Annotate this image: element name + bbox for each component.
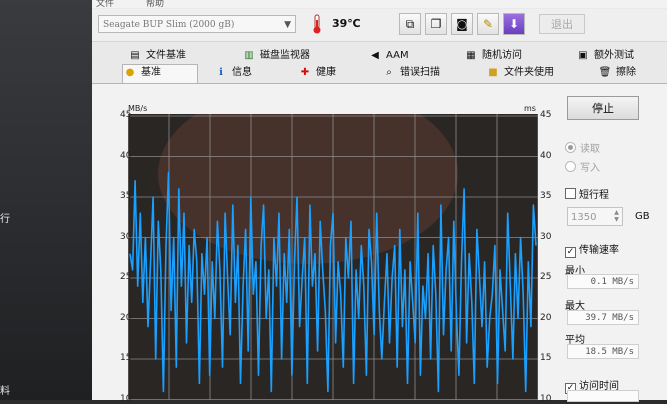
avg-value: 18.5 MB/s	[567, 344, 639, 359]
health-cross-icon: ✚	[300, 67, 310, 78]
stop-button[interactable]: 停止	[567, 96, 639, 120]
tab-folder-usage-label: 文件夹使用	[504, 67, 554, 78]
lightbulb-icon: ●	[125, 67, 135, 78]
radio-write-dot	[565, 161, 576, 172]
file-benchmark-icon: ▤	[130, 50, 140, 61]
right-axis-tick-label: 40	[540, 150, 552, 161]
tab-random-access-label: 随机访问	[482, 50, 522, 61]
menu-bar: 文件 帮助	[92, 0, 667, 8]
left-axis-tick-label: 35	[120, 191, 132, 201]
tab-erase[interactable]: 🗑 擦除	[598, 65, 636, 81]
tab-info-label: 信息	[232, 67, 252, 78]
left-axis-tick-label: 20	[120, 312, 132, 323]
tab-row-lower: ● 基准 ℹ 信息 ✚ 健康 ⌕ 错误扫描 ■ 文件夹使用 🗑 擦除	[92, 64, 667, 84]
tab-error-scan-label: 错误扫描	[400, 67, 440, 78]
options-button[interactable]: ✎	[477, 13, 499, 35]
tab-aam[interactable]: ◀ AAM	[368, 48, 409, 64]
short-stroke-checkbox[interactable]: 短行程	[565, 186, 609, 201]
spinner-arrows-icon: ▲ ▼	[614, 209, 619, 223]
toolbar: Seagate BUP Slim (2000 gB) ▼ 39℃ ⧉ ❐ ◙ ✎…	[92, 9, 667, 42]
short-stroke-spinner[interactable]: 1350 ▲ ▼	[567, 207, 623, 226]
max-value: 39.7 MB/s	[567, 310, 639, 325]
tab-benchmark[interactable]: ● 基准	[122, 64, 198, 83]
copy-info-button[interactable]: ⧉	[399, 13, 421, 35]
extra-tests-icon: ▣	[578, 50, 588, 61]
radio-read-dot	[565, 142, 576, 153]
tab-health[interactable]: ✚ 健康	[298, 65, 336, 81]
exit-button[interactable]: 退出	[539, 14, 585, 34]
wrench-icon: ✎	[482, 17, 494, 31]
save-button[interactable]: ⬇	[503, 13, 525, 35]
right-axis-tick-label: 20	[540, 312, 552, 323]
menu-help[interactable]: 帮助	[146, 0, 164, 8]
right-axis-tick-label: 15	[540, 353, 552, 363]
right-axis-tick-label: 30	[540, 231, 552, 242]
left-axis-tick-label: 25	[120, 272, 132, 282]
tab-benchmark-label: 基准	[141, 67, 161, 78]
transfer-rate-label: 传输速率	[579, 245, 619, 256]
transfer-rate-checkbox[interactable]: ✓ 传输速率	[565, 241, 619, 258]
tab-random-access[interactable]: ▦ 随机访问	[464, 48, 522, 64]
tab-disk-monitor[interactable]: ▥ 磁盘监视器	[242, 48, 310, 64]
right-axis-tick-label: 25	[540, 272, 552, 282]
left-axis-tick-label: 30	[120, 231, 132, 242]
desktop-label-2: 料	[0, 386, 10, 397]
menu-file[interactable]: 文件	[96, 0, 114, 8]
trash-icon: 🗑	[598, 67, 612, 78]
transfer-rate-box: ✓	[565, 247, 576, 258]
min-value: 0.1 MB/s	[567, 274, 639, 289]
short-stroke-label: 短行程	[579, 190, 609, 201]
benchmark-graph	[128, 114, 538, 400]
tab-extra-tests-label: 额外测试	[594, 50, 634, 61]
left-axis-tick-label: 45	[120, 110, 132, 120]
info-icon: ℹ	[219, 67, 223, 78]
tab-file-benchmark-label: 文件基准	[146, 50, 186, 61]
short-stroke-value: 1350	[571, 212, 597, 223]
right-axis-tick-label: 35	[540, 191, 552, 201]
tab-extra-tests[interactable]: ▣ 额外测试	[576, 48, 634, 64]
left-axis-tick-label: 40	[120, 150, 132, 161]
tab-aam-label: AAM	[386, 50, 409, 61]
radio-read-label: 读取	[580, 144, 600, 155]
tab-disk-monitor-label: 磁盘监视器	[260, 50, 310, 61]
benchmark-graph-svg	[128, 114, 538, 400]
download-arrow-icon: ⬇	[508, 17, 520, 31]
right-axis-unit: ms	[524, 104, 536, 113]
speaker-icon: ◀	[371, 50, 379, 61]
tab-file-benchmark[interactable]: ▤ 文件基准	[128, 48, 186, 64]
copy-text-button[interactable]: ❐	[425, 13, 447, 35]
drive-select-value: Seagate BUP Slim (2000 gB)	[103, 20, 235, 30]
tab-error-scan[interactable]: ⌕ 错误扫描	[382, 65, 440, 81]
temperature-readout: 39℃	[332, 17, 361, 30]
screenshot-button[interactable]: ◙	[451, 13, 473, 35]
left-axis-tick-label: 10	[120, 393, 132, 404]
tab-erase-label: 擦除	[616, 67, 636, 78]
random-access-icon: ▦	[466, 50, 476, 61]
tab-row-upper: ▤ 文件基准 ▥ 磁盘监视器 ◀ AAM ▦ 随机访问 ▣ 额外测试	[92, 48, 667, 65]
disk-monitor-icon: ▥	[244, 50, 254, 61]
radio-write-label: 写入	[580, 163, 600, 174]
drive-select[interactable]: Seagate BUP Slim (2000 gB) ▼	[98, 15, 296, 33]
right-axis-tick-label: 45	[540, 110, 552, 120]
radio-read[interactable]: 读取	[565, 140, 600, 155]
left-axis-tick-label: 15	[120, 353, 132, 363]
magnifier-icon: ⌕	[386, 67, 392, 78]
tab-folder-usage[interactable]: ■ 文件夹使用	[486, 65, 554, 81]
copy-text-icon: ❐	[430, 17, 442, 31]
right-axis-tick-label: 10	[540, 393, 552, 404]
tab-health-label: 健康	[316, 67, 336, 78]
camera-icon: ◙	[456, 17, 468, 31]
short-stroke-box	[565, 188, 576, 199]
short-stroke-unit: GB	[635, 211, 650, 222]
access-time-value	[567, 390, 639, 402]
radio-write[interactable]: 写入	[565, 159, 600, 174]
tab-info[interactable]: ℹ 信息	[214, 65, 252, 81]
desktop-background: 行 料	[0, 0, 92, 400]
desktop-label-1: 行	[0, 214, 10, 225]
hdtune-window: 文件 帮助 Seagate BUP Slim (2000 gB) ▼ 39℃ ⧉…	[92, 0, 667, 404]
folder-icon: ■	[488, 67, 498, 78]
chevron-down-icon: ▼	[284, 20, 291, 30]
thermometer-icon	[313, 14, 321, 34]
copy-icon: ⧉	[405, 17, 415, 31]
